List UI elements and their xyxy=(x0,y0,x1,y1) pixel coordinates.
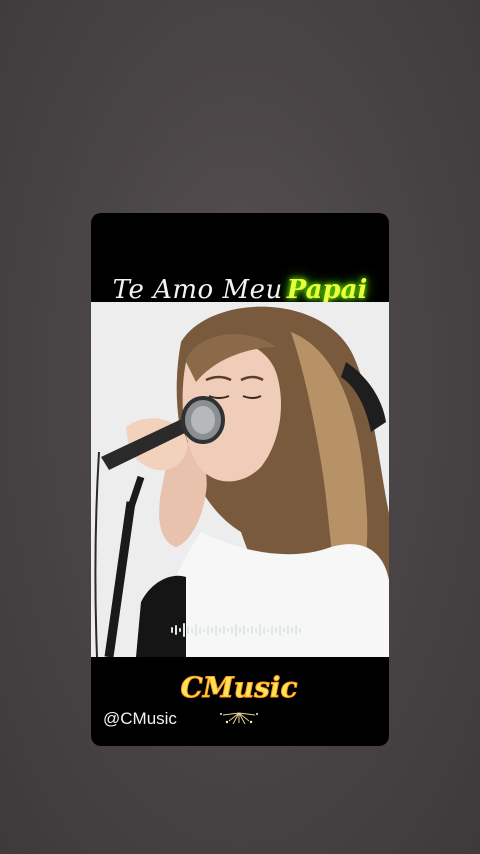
account-handle[interactable]: @CMusic xyxy=(103,709,177,729)
video-frame[interactable] xyxy=(91,302,389,657)
song-title-script: Te Amo Meu xyxy=(112,275,283,305)
brand-logo-text: CMusic xyxy=(180,671,297,704)
brand-logo: CMusic xyxy=(179,665,299,725)
song-title: Te Amo Meu Papai xyxy=(91,261,389,305)
singer-image xyxy=(91,302,389,657)
audio-waveform xyxy=(171,618,306,642)
story-card[interactable]: Te Amo Meu Papai CMusic @CMusic xyxy=(91,213,389,746)
song-title-highlight: Papai xyxy=(286,275,368,305)
